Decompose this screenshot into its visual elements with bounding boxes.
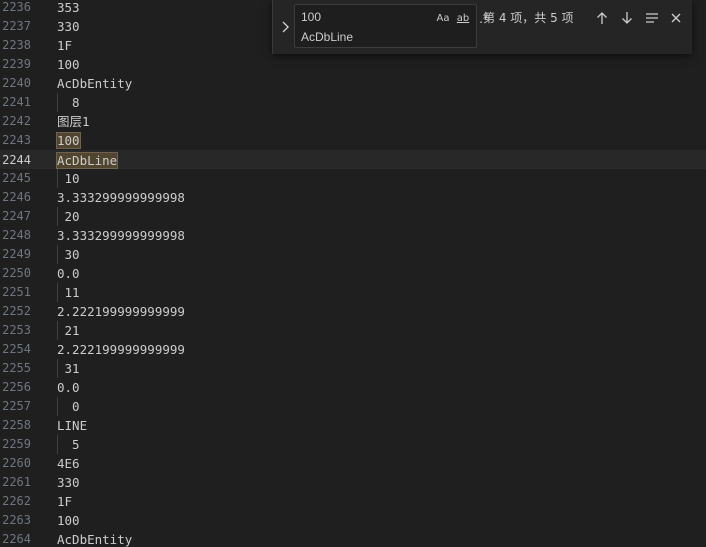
- line-number: 2262: [2, 494, 31, 508]
- line-number: 2247: [2, 209, 31, 223]
- line-text: 2.222199999999999: [57, 304, 185, 319]
- line-number: 2256: [2, 380, 31, 394]
- line-number: 2261: [2, 475, 31, 489]
- line-number: 2249: [2, 247, 31, 261]
- close-icon[interactable]: [666, 9, 686, 27]
- editor-line[interactable]: 2253 21: [0, 321, 706, 340]
- line-text: 353: [57, 0, 80, 15]
- line-number: 2239: [2, 57, 31, 71]
- editor-line[interactable]: 2255 31: [0, 359, 706, 378]
- line-text: 30: [57, 247, 80, 262]
- find-input-value: 100: [301, 10, 322, 24]
- line-number: 2250: [2, 266, 31, 280]
- editor-line[interactable]: 2261 330: [0, 473, 706, 492]
- line-number: 2257: [2, 399, 31, 413]
- editor-line[interactable]: 2240 AcDbEntity: [0, 74, 706, 93]
- editor-line[interactable]: 2246 3.333299999999998: [0, 188, 706, 207]
- line-text: 5: [57, 437, 80, 452]
- line-number: 2246: [2, 190, 31, 204]
- line-text: 11: [57, 285, 80, 300]
- editor-line[interactable]: 2260 4E6: [0, 454, 706, 473]
- editor-line[interactable]: 2243 100: [0, 131, 706, 150]
- line-number: 2260: [2, 456, 31, 470]
- editor-line[interactable]: 2256 0.0: [0, 378, 706, 397]
- match-whole-word-button[interactable]: ab: [454, 11, 472, 27]
- line-text: 0: [57, 399, 80, 414]
- editor-line[interactable]: 2252 2.222199999999999: [0, 302, 706, 321]
- line-text: AcDbEntity: [57, 76, 133, 91]
- search-match-highlight: AcDbLine: [55, 152, 119, 169]
- editor-line[interactable]: 2239 100: [0, 55, 706, 74]
- search-match-highlight: 100: [56, 132, 81, 149]
- line-number: 2245: [2, 171, 31, 185]
- line-text: 图层1: [57, 114, 90, 129]
- line-number: 2252: [2, 304, 31, 318]
- line-number: 2263: [2, 513, 31, 527]
- editor-line[interactable]: 2248 3.333299999999998: [0, 226, 706, 245]
- editor-line[interactable]: 2250 0.0: [0, 264, 706, 283]
- line-number: 2258: [2, 418, 31, 432]
- line-text: 21: [57, 323, 80, 338]
- line-text: 0.0: [57, 266, 80, 281]
- line-number: 2251: [2, 285, 31, 299]
- editor-line[interactable]: 2242 图层1: [0, 112, 706, 131]
- line-text: 100: [57, 57, 80, 72]
- line-text: 1F: [57, 494, 73, 509]
- line-number: 2242: [2, 114, 31, 128]
- line-number: 2240: [2, 76, 31, 90]
- line-number: 2243: [2, 133, 31, 147]
- editor-line[interactable]: 2251 11: [0, 283, 706, 302]
- editor-line[interactable]: 2254 2.222199999999999: [0, 340, 706, 359]
- line-text: AcDbEntity: [57, 532, 133, 547]
- line-text: 330: [57, 19, 80, 34]
- editor-line[interactable]: 2244 AcDbLine: [0, 150, 706, 169]
- line-number: 2264: [2, 532, 31, 546]
- editor-line[interactable]: 2262 1F: [0, 492, 706, 511]
- line-number: 2255: [2, 361, 31, 375]
- find-widget: 100 AcDbLine Aa ab .* 第 4 项，共 5 项: [272, 0, 692, 54]
- line-number: 2241: [2, 95, 31, 109]
- arrow-down-icon[interactable]: [617, 9, 637, 27]
- line-number: 2238: [2, 38, 31, 52]
- line-text: 8: [57, 95, 80, 110]
- line-number: 2236: [2, 0, 31, 14]
- find-input[interactable]: 100 AcDbLine Aa ab .*: [294, 4, 489, 48]
- line-number: 2259: [2, 437, 31, 451]
- line-text: 100: [56, 131, 81, 150]
- editor-line[interactable]: 2249 30: [0, 245, 706, 264]
- line-text: 31: [57, 361, 80, 376]
- line-text: AcDbLine: [55, 151, 119, 170]
- line-text: LINE: [57, 418, 88, 433]
- line-number: 2248: [2, 228, 31, 242]
- line-text: 2.222199999999999: [57, 342, 185, 357]
- line-text: 4E6: [57, 456, 80, 471]
- editor-line[interactable]: 2247 20: [0, 207, 706, 226]
- line-text: 1F: [57, 38, 73, 53]
- find-input-value-line2: AcDbLine: [301, 30, 354, 44]
- chevron-right-icon[interactable]: [277, 4, 293, 50]
- line-text: 0.0: [57, 380, 80, 395]
- line-number: 2253: [2, 323, 31, 337]
- editor-line[interactable]: 2241 8: [0, 93, 706, 112]
- line-text: 10: [57, 171, 80, 186]
- line-text: 3.333299999999998: [57, 228, 185, 243]
- editor-line[interactable]: 2263 100: [0, 511, 706, 530]
- editor-line[interactable]: 2264 AcDbEntity: [0, 530, 706, 547]
- line-number: 2244: [2, 153, 31, 167]
- line-text: 100: [57, 513, 80, 528]
- code-editor[interactable]: 2236 353 2237 330 2238 1F 2239 100 2240 AcDbEntit…: [0, 0, 706, 547]
- line-text: 20: [57, 209, 80, 224]
- line-number: 2237: [2, 19, 31, 33]
- line-text: 3.333299999999998: [57, 190, 185, 205]
- editor-line[interactable]: 2245 10: [0, 169, 706, 188]
- line-number: 2254: [2, 342, 31, 356]
- match-case-button[interactable]: Aa: [435, 11, 451, 27]
- line-text: 330: [57, 475, 80, 490]
- editor-line[interactable]: 2258 LINE: [0, 416, 706, 435]
- editor-line[interactable]: 2259 5: [0, 435, 706, 454]
- match-count: 第 4 项，共 5 项: [483, 11, 574, 25]
- arrow-up-icon[interactable]: [592, 9, 612, 27]
- editor-line[interactable]: 2257 0: [0, 397, 706, 416]
- find-in-selection-icon[interactable]: [642, 9, 662, 27]
